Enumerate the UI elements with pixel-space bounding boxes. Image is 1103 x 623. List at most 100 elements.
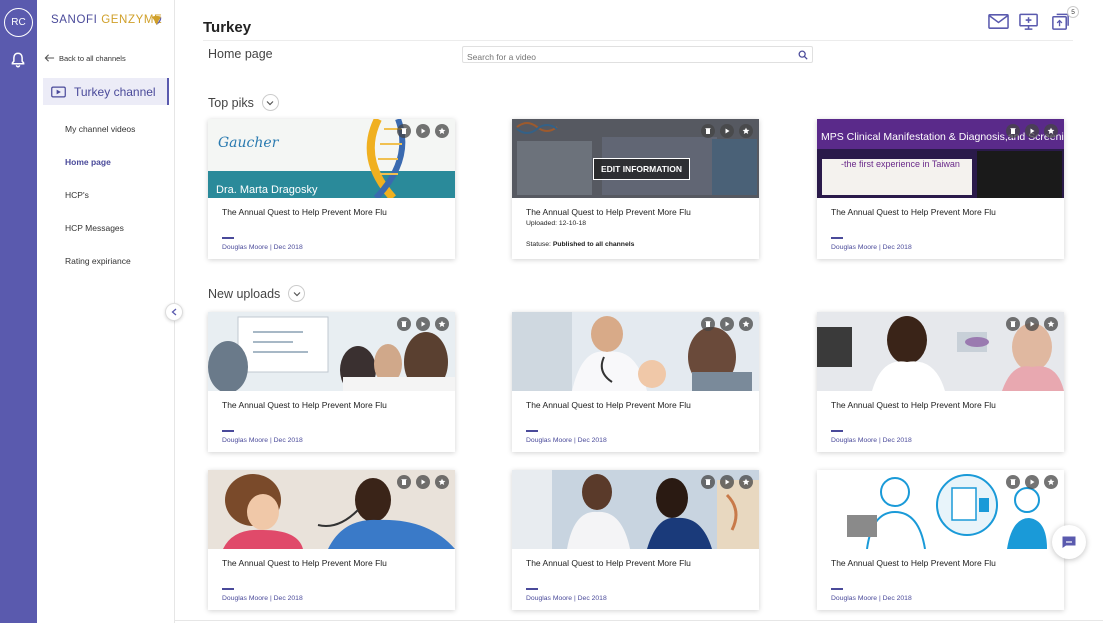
video-card[interactable]: MPS Clinical Manifestation & Diagnosis,a… xyxy=(817,119,1064,259)
card-author[interactable]: Douglas Moore | Dec 2018 xyxy=(222,595,303,602)
trash-icon xyxy=(401,128,407,134)
delete-button[interactable] xyxy=(1006,475,1020,489)
play-icon xyxy=(421,128,426,134)
video-card[interactable]: Gaucher Dra. Marta Dragosky The Annual Q… xyxy=(208,119,455,259)
delete-button[interactable] xyxy=(701,317,715,331)
search-icon[interactable] xyxy=(798,50,808,60)
video-card[interactable]: The Annual Quest to Help Prevent More Fl… xyxy=(817,312,1064,452)
sidebar-item-home-page[interactable]: Home page xyxy=(65,157,135,190)
card-divider xyxy=(831,430,843,432)
video-card[interactable]: The Annual Quest to Help Prevent More Fl… xyxy=(512,312,759,452)
trash-icon xyxy=(705,479,711,485)
sidebar-item-my-channel-videos[interactable]: My channel videos xyxy=(65,124,135,157)
sidebar-item-rating-expiriance[interactable]: Rating expiriance xyxy=(65,256,135,289)
video-channel-icon xyxy=(51,86,66,97)
mail-button[interactable] xyxy=(988,12,1009,31)
thumb-subcaption: -the first experience in Taiwan xyxy=(841,159,960,169)
notifications-button[interactable]: 5 xyxy=(1050,6,1079,31)
add-video-button[interactable] xyxy=(1019,12,1040,31)
star-icon xyxy=(438,478,446,485)
chat-button[interactable] xyxy=(1052,525,1086,559)
card-actions xyxy=(397,317,449,331)
card-author[interactable]: Douglas Moore | Dec 2018 xyxy=(526,595,607,602)
sidebar-item-hcps[interactable]: HCP's xyxy=(65,190,135,223)
search-input[interactable] xyxy=(463,49,783,65)
back-to-channels-link[interactable]: Back to all channels xyxy=(44,53,126,63)
card-author[interactable]: Douglas Moore | Dec 2018 xyxy=(831,437,912,444)
video-card[interactable]: EDIT INFORMATION The Annual Quest to Hel… xyxy=(512,119,759,259)
play-button[interactable] xyxy=(1025,475,1039,489)
sidebar: SANOFI GENZYME Back to all channels Turk… xyxy=(37,0,183,623)
card-author[interactable]: Douglas Moore | Dec 2018 xyxy=(526,437,607,444)
delete-button[interactable] xyxy=(701,124,715,138)
video-card[interactable]: The Annual Quest to Help Prevent More Fl… xyxy=(208,470,455,610)
publish-status: Statuse: Published to all channels xyxy=(526,241,634,248)
card-author[interactable]: Douglas Moore | Dec 2018 xyxy=(831,244,912,251)
channel-selector[interactable]: Turkey channel xyxy=(43,78,169,105)
toggle-section-button[interactable] xyxy=(261,94,279,111)
play-button[interactable] xyxy=(720,475,734,489)
card-title: The Annual Quest to Help Prevent More Fl… xyxy=(222,400,387,410)
card-title: The Annual Quest to Help Prevent More Fl… xyxy=(526,558,691,568)
play-button[interactable] xyxy=(416,124,430,138)
play-button[interactable] xyxy=(416,317,430,331)
card-divider xyxy=(222,430,234,432)
play-button[interactable] xyxy=(720,124,734,138)
play-icon xyxy=(1030,128,1035,134)
status-value: Published to all channels xyxy=(552,241,635,248)
star-icon xyxy=(438,320,446,327)
bell-icon[interactable] xyxy=(9,51,27,69)
star-icon xyxy=(1047,320,1055,327)
favorite-button[interactable] xyxy=(1044,475,1058,489)
play-button[interactable] xyxy=(416,475,430,489)
delete-button[interactable] xyxy=(1006,124,1020,138)
toggle-section-button[interactable] xyxy=(288,285,306,302)
user-avatar[interactable]: RC xyxy=(4,8,33,37)
sidebar-item-hcp-messages[interactable]: HCP Messages xyxy=(65,223,135,256)
play-button[interactable] xyxy=(1025,317,1039,331)
favorite-button[interactable] xyxy=(1044,317,1058,331)
video-card[interactable]: The Annual Quest to Help Prevent More Fl… xyxy=(817,470,1064,610)
card-divider xyxy=(222,237,234,239)
favorite-button[interactable] xyxy=(435,124,449,138)
delete-button[interactable] xyxy=(397,475,411,489)
delete-button[interactable] xyxy=(1006,317,1020,331)
delete-button[interactable] xyxy=(701,475,715,489)
favorite-button[interactable] xyxy=(739,317,753,331)
favorite-button[interactable] xyxy=(739,124,753,138)
favorite-button[interactable] xyxy=(739,475,753,489)
play-icon xyxy=(421,321,426,327)
play-button[interactable] xyxy=(1025,124,1039,138)
card-title: The Annual Quest to Help Prevent More Fl… xyxy=(831,207,996,217)
arrow-left-icon xyxy=(44,54,55,62)
card-divider xyxy=(526,430,538,432)
brand-mark-icon xyxy=(151,15,162,26)
card-actions xyxy=(397,124,449,138)
edit-information-button[interactable]: EDIT INFORMATION xyxy=(593,158,690,180)
card-author[interactable]: Douglas Moore | Dec 2018 xyxy=(222,437,303,444)
delete-button[interactable] xyxy=(397,317,411,331)
trash-icon xyxy=(1010,479,1016,485)
card-author[interactable]: Douglas Moore | Dec 2018 xyxy=(831,595,912,602)
page-title: Turkey xyxy=(203,19,252,36)
section-new-uploads: New uploads xyxy=(208,285,306,302)
play-icon xyxy=(725,128,730,134)
star-icon xyxy=(742,320,750,327)
trash-icon xyxy=(705,128,711,134)
chevron-down-icon xyxy=(266,100,274,105)
play-button[interactable] xyxy=(720,317,734,331)
add-screen-icon xyxy=(1019,13,1038,30)
card-author[interactable]: Douglas Moore | Dec 2018 xyxy=(222,244,303,251)
collapse-sidebar-button[interactable] xyxy=(165,303,183,321)
card-divider xyxy=(222,588,234,590)
play-icon xyxy=(421,479,426,485)
delete-button[interactable] xyxy=(397,124,411,138)
video-card[interactable]: The Annual Quest to Help Prevent More Fl… xyxy=(208,312,455,452)
left-rail: RC xyxy=(0,0,37,623)
video-card[interactable]: The Annual Quest to Help Prevent More Fl… xyxy=(512,470,759,610)
favorite-button[interactable] xyxy=(435,475,449,489)
card-title: The Annual Quest to Help Prevent More Fl… xyxy=(222,207,387,217)
card-actions xyxy=(397,475,449,489)
favorite-button[interactable] xyxy=(435,317,449,331)
favorite-button[interactable] xyxy=(1044,124,1058,138)
